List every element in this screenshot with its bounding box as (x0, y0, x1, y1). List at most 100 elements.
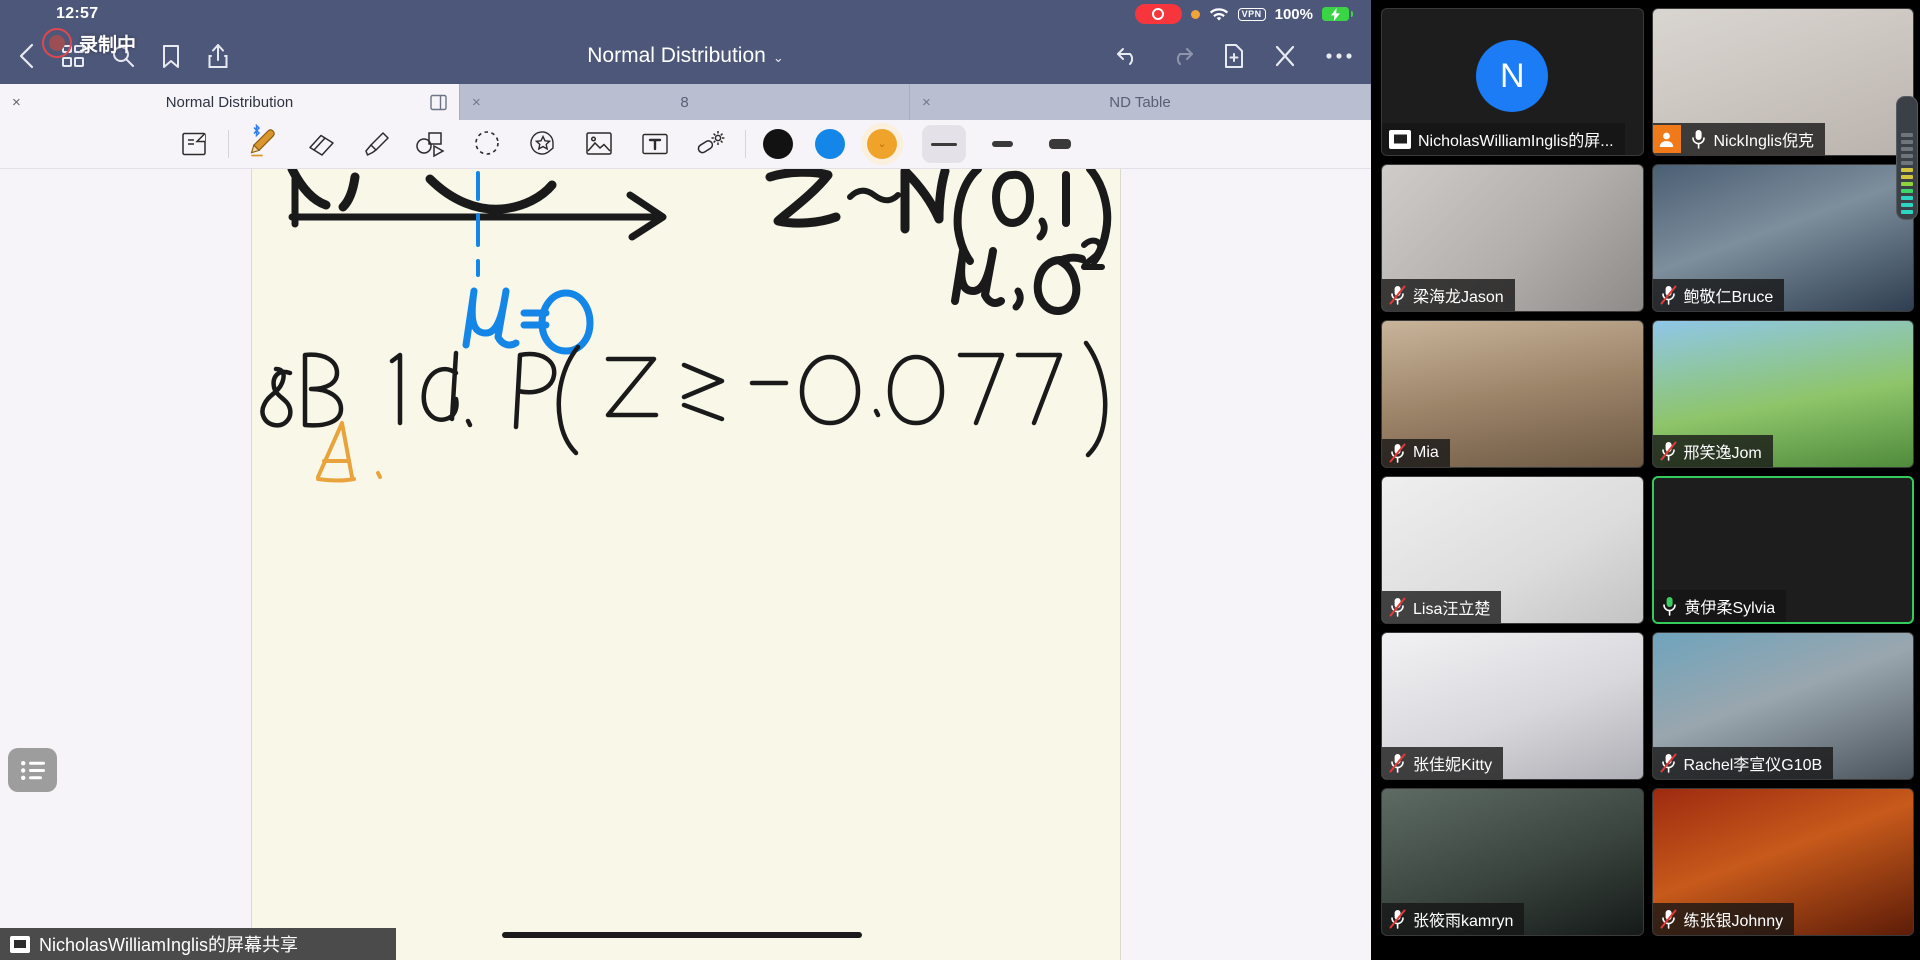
note-page[interactable] (251, 169, 1121, 960)
participants-rail[interactable]: N NicholasWilliamInglis的屏... NickInglis倪… (1371, 0, 1920, 960)
participant-tile[interactable]: Rachel李宣仪G10B (1651, 632, 1914, 780)
highlighter-tool[interactable] (347, 122, 403, 166)
audio-level-meter (1896, 96, 1918, 220)
magic-tool[interactable] (683, 122, 739, 166)
avatar: N (1476, 40, 1549, 113)
participant-name: Rachel李宣仪G10B (1683, 757, 1823, 774)
mic-on-icon (1661, 596, 1678, 616)
mic-muted-icon (1389, 443, 1406, 463)
tab-close-icon[interactable]: × (472, 94, 481, 111)
share-icon[interactable] (207, 43, 229, 69)
participant-namebar: 黄伊柔Sylvia (1653, 590, 1787, 622)
participant-namebar: 邢笑逸Jom (1652, 435, 1773, 467)
color-swatch-black[interactable] (763, 129, 793, 159)
stroke-preview (991, 141, 1013, 147)
participant-namebar: 梁海龙Jason (1382, 279, 1515, 311)
drawing-toolbar: ⌄ (0, 120, 1371, 169)
participant-tile[interactable]: 梁海龙Jason (1381, 164, 1644, 312)
sticker-tool[interactable] (515, 122, 571, 166)
tab-close-icon[interactable]: × (12, 94, 21, 111)
bluetooth-icon (252, 123, 261, 140)
participant-tile[interactable]: Mia (1381, 320, 1644, 468)
participant-namebar: NicholasWilliamInglis的屏... (1382, 123, 1625, 155)
eraser-tool[interactable] (291, 122, 347, 166)
participant-name: 张筱雨kamryn (1413, 913, 1514, 930)
canvas-right-gutter (1122, 169, 1371, 960)
split-view-icon[interactable] (430, 94, 447, 111)
color-swatch-orange[interactable]: ⌄ (867, 129, 897, 159)
record-dot-icon (42, 28, 72, 58)
ios-status-bar: 12:57 VPN 100% (0, 0, 1371, 28)
stroke-width-thin[interactable] (922, 125, 966, 163)
participant-name: NickInglis倪克 (1713, 133, 1814, 150)
chevron-down-icon: ⌄ (877, 138, 887, 150)
screen-root: 12:57 VPN 100% Normal Distribution ⌄ 录制中… (0, 0, 1920, 960)
recording-in-progress-badge: 录制中 (42, 28, 136, 58)
color-swatch-blue[interactable] (815, 129, 845, 159)
toolbar-divider-2 (745, 130, 746, 158)
bookmark-icon[interactable] (161, 44, 181, 69)
tab-normal-distribution[interactable]: × Normal Distribution (0, 84, 460, 120)
shape-tool[interactable] (403, 122, 459, 166)
redo-icon[interactable] (1169, 45, 1195, 67)
person-icon (1652, 125, 1681, 153)
participant-name: 张佳妮Kitty (1413, 757, 1493, 774)
tab-nd-table[interactable]: × ND Table (910, 84, 1371, 120)
text-tool[interactable] (627, 122, 683, 166)
tab-8[interactable]: × 8 (460, 84, 910, 120)
lasso-tool[interactable] (459, 122, 515, 166)
horizontal-scrollbar[interactable] (502, 932, 862, 938)
vpn-badge: VPN (1237, 7, 1266, 21)
participant-name: Mia (1413, 444, 1439, 461)
participant-name: NicholasWilliamInglis的屏... (1418, 133, 1614, 150)
mic-muted-icon (1389, 597, 1406, 617)
back-chevron-icon[interactable] (18, 43, 35, 69)
recording-indicator-icon (1134, 4, 1182, 24)
mic-on-icon (1690, 129, 1707, 149)
more-icon[interactable] (1325, 52, 1353, 60)
pen-tool[interactable] (235, 122, 291, 166)
screen-share-icon (1389, 129, 1411, 149)
participant-name: 练张银Johnny (1683, 913, 1784, 930)
participant-namebar: 练张银Johnny (1652, 903, 1795, 935)
participant-tile[interactable]: Lisa汪立楚 (1381, 476, 1644, 624)
participant-namebar: Mia (1382, 439, 1450, 467)
image-tool[interactable] (571, 122, 627, 166)
stroke-width-medium[interactable] (980, 125, 1024, 163)
screen-share-banner: NicholasWilliamInglis的屏幕共享 (0, 928, 396, 960)
mic-muted-icon (1660, 753, 1677, 773)
tab-close-icon[interactable]: × (922, 94, 931, 111)
participant-tile[interactable]: NickInglis倪克 (1651, 8, 1914, 156)
screen-share-icon (10, 935, 30, 953)
participant-tile[interactable]: 鲍敬仁Bruce (1651, 164, 1914, 312)
participant-tile[interactable]: N NicholasWilliamInglis的屏... (1381, 8, 1644, 156)
shared-screen-pane: 12:57 VPN 100% Normal Distribution ⌄ 录制中… (0, 0, 1371, 960)
tab-label: 8 (680, 93, 689, 111)
participant-tile-active-speaker[interactable]: 黄伊柔Sylvia (1651, 476, 1914, 624)
app-nav-bar: Normal Distribution ⌄ (0, 28, 1371, 84)
share-banner-label: NicholasWilliamInglis的屏幕共享 (39, 935, 299, 955)
battery-percent: 100% (1274, 5, 1313, 23)
nav-right-group (1115, 43, 1353, 69)
mic-muted-icon (1660, 909, 1677, 929)
participant-name: 鲍敬仁Bruce (1683, 289, 1774, 306)
add-page-icon[interactable] (1223, 43, 1245, 69)
page-title[interactable]: Normal Distribution (587, 44, 766, 67)
participant-tile[interactable]: 张佳妮Kitty (1381, 632, 1644, 780)
toolbar-divider (228, 130, 229, 158)
participant-tile[interactable]: 练张银Johnny (1651, 788, 1914, 936)
mic-muted-icon (1660, 285, 1677, 305)
participants-grid: N NicholasWilliamInglis的屏... NickInglis倪… (1381, 8, 1914, 936)
note-canvas-area[interactable] (0, 169, 1371, 960)
participant-tile[interactable]: 张筱雨kamryn (1381, 788, 1644, 936)
participant-tile[interactable]: 邢笑逸Jom (1651, 320, 1914, 468)
undo-icon[interactable] (1115, 45, 1141, 67)
close-icon[interactable] (1273, 44, 1297, 68)
mic-muted-icon (1389, 285, 1406, 305)
chevron-down-icon[interactable]: ⌄ (773, 50, 784, 65)
outline-toggle-button[interactable] (8, 748, 57, 792)
canvas-left-gutter (0, 169, 251, 960)
page-flip-tool[interactable] (166, 122, 222, 166)
stroke-width-thick[interactable] (1038, 125, 1082, 163)
recording-label: 录制中 (79, 34, 137, 56)
